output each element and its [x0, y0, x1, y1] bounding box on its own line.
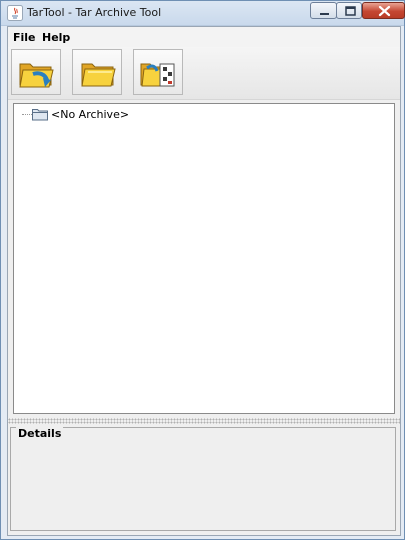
minimize-button[interactable]	[310, 2, 337, 19]
main-panel: File Help <No Archive> Details	[7, 26, 401, 536]
folder-icon	[81, 63, 116, 87]
maximize-button[interactable]	[336, 2, 362, 19]
details-title: Details	[16, 427, 64, 440]
tree-connector	[22, 114, 32, 115]
extract-folder-button[interactable]	[72, 49, 122, 95]
menu-file[interactable]: File	[13, 31, 36, 44]
close-icon	[378, 5, 391, 17]
view-files-button[interactable]	[133, 49, 183, 95]
menu-help[interactable]: Help	[42, 31, 70, 44]
archive-tree[interactable]: <No Archive>	[13, 103, 395, 414]
split-pane-divider[interactable]	[8, 418, 400, 424]
menu-bar: File Help	[8, 27, 400, 47]
details-panel: Details	[10, 427, 396, 531]
open-archive-icon	[19, 63, 54, 88]
view-files-icon	[140, 63, 175, 87]
java-app-icon	[7, 5, 23, 21]
close-button[interactable]	[362, 2, 405, 19]
title-bar[interactable]: TarTool - Tar Archive Tool	[1, 1, 405, 26]
open-archive-button[interactable]	[11, 49, 61, 95]
tree-root-node[interactable]: <No Archive>	[51, 108, 129, 121]
maximize-icon	[345, 6, 356, 16]
folder-icon	[32, 109, 48, 121]
app-window: TarTool - Tar Archive Tool File Help <No…	[0, 0, 405, 540]
window-title: TarTool - Tar Archive Tool	[27, 6, 162, 19]
minimize-icon	[320, 13, 329, 15]
toolbar	[8, 47, 400, 100]
